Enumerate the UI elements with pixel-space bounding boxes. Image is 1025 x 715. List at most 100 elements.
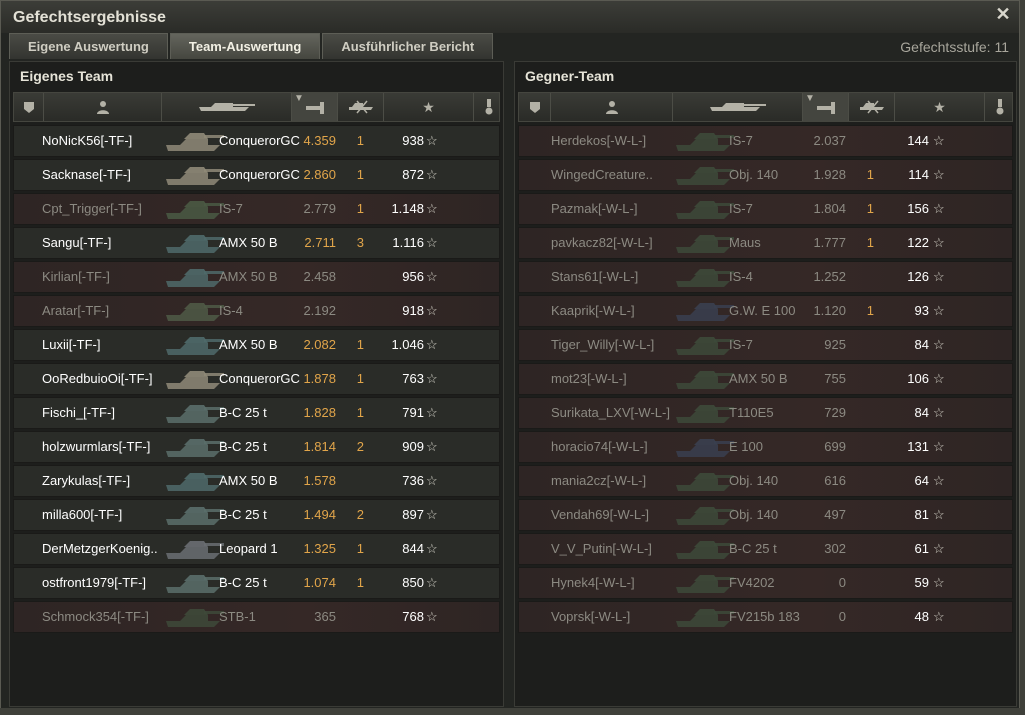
player-name[interactable]: Schmock354[-TF-] — [42, 602, 172, 632]
player-name[interactable]: V_V_Putin[-W-L-] — [551, 534, 681, 564]
player-row[interactable]: NoNicK56[-TF-] ConquerorGC 4.359 1 938 ☆ — [13, 125, 500, 157]
player-name[interactable]: holzwurmlars[-TF-] — [42, 432, 172, 462]
damage-icon[interactable]: ▼ — [292, 93, 338, 121]
tab-eigene-auswertung[interactable]: Eigene Auswertung — [9, 33, 168, 59]
close-icon[interactable]: ✕ — [995, 5, 1011, 23]
tank-name: E 100 — [729, 439, 763, 454]
star-icon: ☆ — [426, 405, 438, 420]
damage-value: 1.804 — [813, 201, 846, 216]
player-row[interactable]: pavkacz82[-W-L-] Maus 1.777 1 122 ☆ — [518, 227, 1013, 259]
player-name[interactable]: ostfront1979[-TF-] — [42, 568, 172, 598]
player-row[interactable]: mania2cz[-W-L-] Obj. 140 616 64 ☆ — [518, 465, 1013, 497]
player-name[interactable]: Vendah69[-W-L-] — [551, 500, 681, 530]
player-row[interactable]: ostfront1979[-TF-] B-C 25 t 1.074 1 850 ☆ — [13, 567, 500, 599]
player-name[interactable]: Kaaprik[-W-L-] — [551, 296, 681, 326]
tab-ausfuehrlicher-bericht[interactable]: Ausführlicher Bericht — [322, 33, 494, 59]
player-name[interactable]: mot23[-W-L-] — [551, 364, 681, 394]
xp-value: 156 — [907, 201, 929, 216]
tank-icon[interactable] — [162, 93, 292, 121]
player-row[interactable]: milla600[-TF-] B-C 25 t 1.494 2 897 ☆ — [13, 499, 500, 531]
player-row[interactable]: Sangu[-TF-] AMX 50 B 2.711 3 1.116 ☆ — [13, 227, 500, 259]
squad-icon[interactable] — [14, 93, 44, 121]
damage-value: 1.074 — [303, 575, 336, 590]
player-name[interactable]: Aratar[-TF-] — [42, 296, 172, 326]
player-name[interactable]: OoRedbuioOi[-TF-] — [42, 364, 172, 394]
xp-star-icon[interactable]: ★ — [895, 93, 985, 121]
squad-icon[interactable] — [519, 93, 551, 121]
player-row[interactable]: WingedCreature.. Obj. 140 1.928 1 114 ☆ — [518, 159, 1013, 191]
player-name[interactable]: horacio74[-W-L-] — [551, 432, 681, 462]
player-name[interactable]: WingedCreature.. — [551, 160, 681, 190]
kills-value: 1 — [356, 133, 364, 148]
player-name[interactable]: Luxii[-TF-] — [42, 330, 172, 360]
player-name[interactable]: Kirlian[-TF-] — [42, 262, 172, 292]
player-name[interactable]: NoNicK56[-TF-] — [42, 126, 172, 156]
damage-value: 729 — [824, 405, 846, 420]
player-name[interactable]: Sangu[-TF-] — [42, 228, 172, 258]
player-row[interactable]: Pazmak[-W-L-] IS-7 1.804 1 156 ☆ — [518, 193, 1013, 225]
kills-value — [854, 126, 874, 156]
player-row[interactable]: horacio74[-W-L-] E 100 699 131 ☆ — [518, 431, 1013, 463]
player-row[interactable]: Herdekos[-W-L-] IS-7 2.037 144 ☆ — [518, 125, 1013, 157]
player-row[interactable]: Luxii[-TF-] AMX 50 B 2.082 1 1.046 ☆ — [13, 329, 500, 361]
damage-value: 365 — [314, 609, 336, 624]
player-row[interactable]: Fischi_[-TF-] B-C 25 t 1.828 1 791 ☆ — [13, 397, 500, 429]
player-icon[interactable] — [551, 93, 673, 121]
player-icon[interactable] — [44, 93, 162, 121]
player-name[interactable]: Herdekos[-W-L-] — [551, 126, 681, 156]
player-row[interactable]: Schmock354[-TF-] STB-1 365 768 ☆ — [13, 601, 500, 633]
tank-image-icon — [674, 467, 736, 495]
damage-value: 2.192 — [303, 303, 336, 318]
player-name[interactable]: Tiger_Willy[-W-L-] — [551, 330, 681, 360]
star-icon: ☆ — [426, 133, 438, 148]
player-row[interactable]: Tiger_Willy[-W-L-] IS-7 925 84 ☆ — [518, 329, 1013, 361]
player-name[interactable]: milla600[-TF-] — [42, 500, 172, 530]
player-row[interactable]: Vendah69[-W-L-] Obj. 140 497 81 ☆ — [518, 499, 1013, 531]
player-name[interactable]: Stans61[-W-L-] — [551, 262, 681, 292]
tab-team-auswertung[interactable]: Team-Auswertung — [169, 33, 321, 59]
player-name[interactable]: Pazmak[-W-L-] — [551, 194, 681, 224]
star-icon: ☆ — [426, 235, 438, 250]
star-icon: ☆ — [933, 473, 945, 488]
player-row[interactable]: Hynek4[-W-L-] FV4202 0 59 ☆ — [518, 567, 1013, 599]
player-row[interactable]: Sacknase[-TF-] ConquerorGC 2.860 1 872 ☆ — [13, 159, 500, 191]
player-row[interactable]: mot23[-W-L-] AMX 50 B 755 106 ☆ — [518, 363, 1013, 395]
tank-image-icon — [164, 467, 226, 495]
player-name[interactable]: Hynek4[-W-L-] — [551, 568, 681, 598]
player-name[interactable]: DerMetzgerKoenig.. — [42, 534, 172, 564]
player-row[interactable]: Cpt_Trigger[-TF-] IS-7 2.779 1 1.148 ☆ — [13, 193, 500, 225]
player-name[interactable]: Zarykulas[-TF-] — [42, 466, 172, 496]
player-row[interactable]: Surikata_LXV[-W-L-] T110E5 729 84 ☆ — [518, 397, 1013, 429]
medal-icon[interactable] — [985, 93, 1015, 121]
player-row[interactable]: Voprsk[-W-L-] FV215b 183 0 48 ☆ — [518, 601, 1013, 633]
player-name[interactable]: Surikata_LXV[-W-L-] — [551, 398, 681, 428]
damage-value: 1.252 — [813, 269, 846, 284]
star-icon: ☆ — [933, 337, 945, 352]
player-row[interactable]: OoRedbuioOi[-TF-] ConquerorGC 1.878 1 763 ☆ — [13, 363, 500, 395]
player-name[interactable]: Voprsk[-W-L-] — [551, 602, 681, 632]
kills-value: 1 — [866, 303, 874, 318]
medal-icon[interactable] — [474, 93, 504, 121]
player-row[interactable]: DerMetzgerKoenig.. Leopard 1 1.325 1 844 ☆ — [13, 533, 500, 565]
tab-bar: Eigene Auswertung Team-Auswertung Ausfüh… — [9, 33, 494, 59]
xp-value: 84 — [914, 405, 929, 420]
player-name[interactable]: mania2cz[-W-L-] — [551, 466, 681, 496]
player-row[interactable]: holzwurmlars[-TF-] B-C 25 t 1.814 2 909 ☆ — [13, 431, 500, 463]
player-name[interactable]: Fischi_[-TF-] — [42, 398, 172, 428]
tank-icon[interactable] — [673, 93, 803, 121]
kills-icon[interactable] — [849, 93, 895, 121]
damage-icon[interactable]: ▼ — [803, 93, 849, 121]
xp-value: 872 — [402, 167, 424, 182]
player-name[interactable]: Sacknase[-TF-] — [42, 160, 172, 190]
player-row[interactable]: Aratar[-TF-] IS-4 2.192 918 ☆ — [13, 295, 500, 327]
player-row[interactable]: Kirlian[-TF-] AMX 50 B 2.458 956 ☆ — [13, 261, 500, 293]
player-name[interactable]: pavkacz82[-W-L-] — [551, 228, 681, 258]
player-row[interactable]: V_V_Putin[-W-L-] B-C 25 t 302 61 ☆ — [518, 533, 1013, 565]
player-row[interactable]: Zarykulas[-TF-] AMX 50 B 1.578 736 ☆ — [13, 465, 500, 497]
kills-icon[interactable] — [338, 93, 384, 121]
player-name[interactable]: Cpt_Trigger[-TF-] — [42, 194, 172, 224]
xp-star-icon[interactable]: ★ — [384, 93, 474, 121]
player-row[interactable]: Stans61[-W-L-] IS-4 1.252 126 ☆ — [518, 261, 1013, 293]
player-row[interactable]: Kaaprik[-W-L-] G.W. E 100 1.120 1 93 ☆ — [518, 295, 1013, 327]
background-strip — [0, 708, 1025, 715]
